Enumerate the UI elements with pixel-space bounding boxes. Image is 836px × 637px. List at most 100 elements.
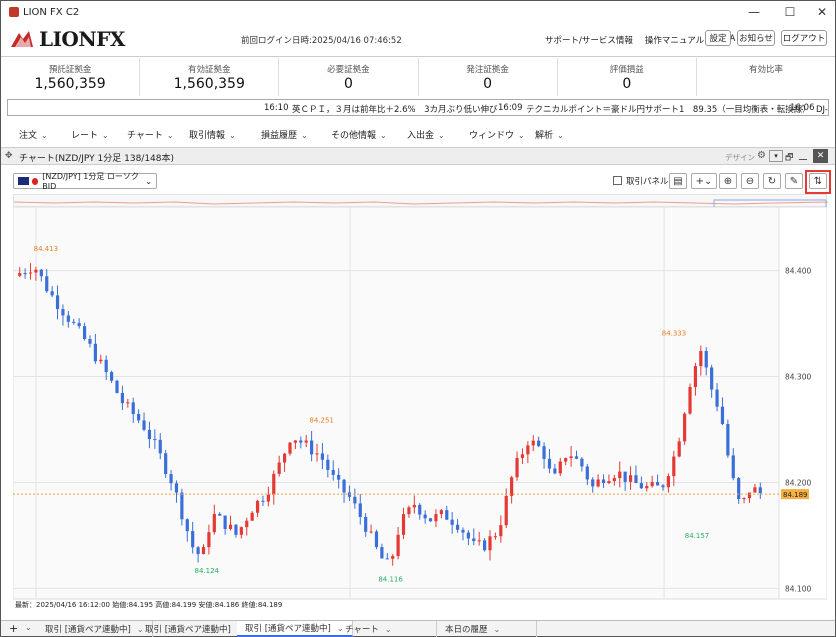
- close-button[interactable]: ✕: [805, 1, 836, 23]
- chart-panel-header: ✥ チャート(NZD/JPY 1分足 138/148本) デザイン ⚙ ▾ 🗗 …: [1, 147, 835, 165]
- tab-trade-3[interactable]: 取引 [通貨ペア連動中]: [237, 621, 353, 637]
- candle-body: [623, 471, 627, 482]
- candle-body: [164, 453, 168, 475]
- candle-body: [23, 273, 27, 275]
- candle-body: [72, 321, 76, 323]
- zoom-in-icon[interactable]: ⊕: [719, 173, 737, 189]
- support-link[interactable]: サポート/サービス情報: [545, 34, 633, 46]
- candle-body: [434, 514, 438, 522]
- candle-body: [126, 402, 130, 404]
- maximize-button[interactable]: ☐: [773, 1, 807, 23]
- menu-chart[interactable]: チャート: [127, 128, 174, 141]
- menu-deposit[interactable]: 入出金: [407, 128, 445, 141]
- candle-body: [310, 440, 314, 455]
- menu-other-info[interactable]: その他情報: [331, 128, 387, 141]
- app-window: LION FX C2 — ☐ ✕ LIONFX 前回ログイン日時:2025/04…: [0, 0, 836, 637]
- candle-body: [147, 429, 152, 440]
- candle-body: [666, 476, 670, 488]
- ticker-time: 16:10: [264, 103, 289, 113]
- add-indicator-icon[interactable]: +⌄: [691, 173, 717, 189]
- candle-body: [661, 485, 665, 488]
- candle-body: [347, 492, 352, 497]
- candle-body: [526, 445, 530, 455]
- menu-order[interactable]: 注文: [19, 128, 48, 141]
- menu-pnl-history[interactable]: 損益履歴: [261, 128, 308, 141]
- candle-body: [288, 442, 292, 454]
- tab-today-history[interactable]: 本日の履歴: [437, 621, 537, 637]
- design-label[interactable]: デザイン: [725, 152, 755, 163]
- logout-button[interactable]: ログアウト: [781, 30, 827, 46]
- candle-body: [34, 269, 38, 273]
- chart-overview-bar[interactable]: [13, 194, 829, 209]
- candle-body: [331, 469, 335, 475]
- app-header: LIONFX 前回ログイン日時:2025/04/16 07:46:52 サポート…: [1, 23, 835, 57]
- candle-body: [115, 380, 119, 393]
- candle-body: [450, 519, 454, 525]
- menu-window[interactable]: ウィンドウ: [469, 128, 525, 141]
- panel-dropdown-icon[interactable]: ▾: [769, 150, 783, 162]
- move-handle-icon[interactable]: ✥: [5, 151, 13, 161]
- candle-body: [99, 359, 103, 362]
- candle-body: [358, 503, 362, 517]
- settings-button[interactable]: 設定: [705, 30, 731, 46]
- minimize-button[interactable]: —: [737, 1, 771, 23]
- candle-body: [50, 291, 54, 296]
- draw-pen-icon[interactable]: ✎: [785, 173, 803, 189]
- news-ticker[interactable]: 16:10 英ＣＰＩ，３月は前年比＋2.6% 3カ月ぶり低い伸び 16:09 テ…: [7, 99, 829, 116]
- menu-rate[interactable]: レート: [71, 128, 109, 141]
- high-annotation: 84.333: [662, 330, 687, 338]
- candle-body: [466, 532, 470, 539]
- ticker-text[interactable]: テクニカルポイント＝豪ドル円サポート1 89.35（一目均衡表・転換線）: [526, 103, 811, 115]
- summary-order-margin: 発注証拠金 0: [419, 58, 558, 96]
- tab-trade-1[interactable]: 取引 [通貨ペア連動中]: [37, 621, 153, 637]
- close-panel-icon[interactable]: ✕: [813, 149, 828, 163]
- candle-body: [272, 473, 276, 495]
- candle-body: [564, 458, 568, 462]
- menu-analysis[interactable]: 解析: [535, 128, 564, 141]
- gear-icon[interactable]: ⚙: [757, 150, 766, 161]
- candle-body: [66, 315, 70, 322]
- candle-body: [753, 487, 757, 493]
- candlestick-chart[interactable]: 84.40084.30084.20084.10014:0015:0016:008…: [13, 207, 827, 613]
- candle-body: [364, 516, 368, 532]
- menu-trade-info[interactable]: 取引情報: [189, 128, 236, 141]
- summary-deposit: 預託証拠金 1,560,359: [1, 58, 141, 96]
- candle-body: [223, 515, 227, 530]
- ticker-text[interactable]: DJ-【: [816, 103, 828, 115]
- candle-body: [553, 468, 557, 474]
- news-button[interactable]: お知らせ: [737, 30, 775, 46]
- candle-body: [293, 440, 297, 443]
- candle-body: [542, 446, 546, 459]
- zoom-out-icon[interactable]: ⊖: [741, 173, 759, 189]
- candle-body: [93, 343, 97, 362]
- ticker-time: 16:06: [790, 103, 815, 113]
- trade-panel-checkbox[interactable]: [613, 176, 622, 185]
- candle-body: [493, 536, 498, 538]
- ticker-text[interactable]: 英ＣＰＩ，３月は前年比＋2.6% 3カ月ぶり低い伸び: [292, 103, 498, 115]
- title-bar: LION FX C2 — ☐ ✕: [1, 1, 835, 23]
- candle-body: [120, 392, 125, 404]
- add-tab-button[interactable]: +: [9, 622, 18, 635]
- manual-link[interactable]: 操作マニュアル: [645, 34, 704, 46]
- refresh-icon[interactable]: ↻: [763, 173, 781, 189]
- summary-required-margin: 必要証拠金 0: [279, 58, 419, 96]
- candle-body: [185, 519, 189, 532]
- chart-type-icon[interactable]: ▤: [669, 173, 687, 189]
- candle-body: [28, 272, 33, 274]
- candle-body: [353, 496, 357, 504]
- candle-body: [137, 414, 141, 421]
- chart-toolbar: [NZD/JPY] 1分足 ローソク BID ⌄ 取引パネル ▤ +⌄ ⊕ ⊖ …: [1, 166, 835, 194]
- candle-body: [510, 477, 514, 496]
- candle-body: [531, 440, 535, 446]
- candle-body: [158, 439, 162, 454]
- pair-selector[interactable]: [NZD/JPY] 1分足 ローソク BID ⌄: [13, 172, 157, 191]
- tab-trade-2[interactable]: 取引 [通貨ペア連動中]: [137, 621, 253, 637]
- chevron-down-icon[interactable]: ⌄: [25, 623, 32, 632]
- candle-body: [299, 440, 303, 443]
- tab-chart[interactable]: チャート: [337, 621, 437, 637]
- restore-icon[interactable]: 🗗: [785, 150, 793, 166]
- minimize-panel-icon[interactable]: [799, 159, 807, 160]
- low-annotation: 84.157: [685, 532, 710, 540]
- low-annotation: 84.116: [378, 575, 403, 583]
- candle-body: [396, 534, 400, 557]
